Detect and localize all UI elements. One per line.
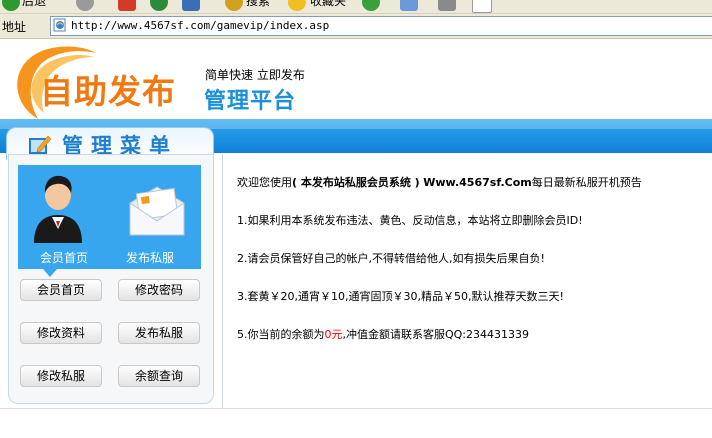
menu-hero: 会员首页 发布私服 <box>18 165 201 269</box>
notice-1: 1.如果利用本系统发布违法、黄色、反动信息，本站将立即删除会员ID! <box>237 214 583 227</box>
envelope-icon <box>129 186 185 236</box>
address-input[interactable]: http://www.4567sf.com/gamevip/index.asp <box>50 16 712 36</box>
back-icon[interactable] <box>2 0 20 11</box>
notice-3: 3.套黄￥20,通宵￥10,通宵固顶￥30,精品￥50,默认推荐天数三天! <box>237 290 564 303</box>
favorites-icon[interactable] <box>288 0 306 11</box>
browser-toolbar: 后退 搜索 收藏夹 <box>0 0 712 14</box>
edit-server-button[interactable]: 修改私服 <box>20 365 102 387</box>
forward-icon[interactable] <box>76 0 94 11</box>
site-header: 自助发布 简单快速 立即发布 管理平台 <box>0 39 712 120</box>
welcome-suffix: 每日最新私服开机预告 <box>531 176 642 189</box>
logo-sub-title: 管理平台 <box>204 89 297 114</box>
back-label[interactable]: 后退 <box>22 0 46 10</box>
welcome-system-name: ( 本发布站私服会员系统 ) <box>292 176 420 189</box>
edit-icon[interactable] <box>472 0 492 13</box>
address-label: 地址 <box>2 20 27 34</box>
hero-right-label[interactable]: 发布私服 <box>126 249 174 266</box>
home-icon[interactable] <box>182 0 200 11</box>
search-label[interactable]: 搜索 <box>246 0 270 10</box>
refresh-icon[interactable] <box>150 0 168 11</box>
edit-profile-button[interactable]: 修改资料 <box>20 322 102 344</box>
stop-icon[interactable] <box>118 0 136 11</box>
welcome-site-name: Www.4567sf.Com <box>423 176 532 189</box>
publish-server-button[interactable]: 发布私服 <box>118 322 200 344</box>
page-icon <box>53 18 66 32</box>
print-icon[interactable] <box>438 0 456 11</box>
balance-suffix: ,冲值金额请联系客服QQ:234431339 <box>342 328 530 341</box>
notice-5: 5.你当前的余额为0元,冲值金额请联系客服QQ:234431339 <box>237 326 529 342</box>
welcome-prefix: 欢迎您使用 <box>237 176 292 189</box>
hero-member-home[interactable]: 会员首页 <box>18 165 110 269</box>
favorites-label[interactable]: 收藏夹 <box>310 0 346 10</box>
hero-left-label[interactable]: 会员首页 <box>40 249 88 266</box>
media-icon[interactable] <box>362 0 380 11</box>
member-home-button[interactable]: 会员首页 <box>20 279 102 301</box>
mail-icon[interactable] <box>400 0 418 11</box>
hero-publish[interactable]: 发布私服 <box>110 165 201 269</box>
notice-2: 2.请会员保管好自己的帐户,不得转借给他人,如有损失后果自负! <box>237 252 545 265</box>
balance-value: 0元 <box>324 328 343 341</box>
hero-pointer <box>43 269 57 277</box>
member-avatar-icon <box>34 175 82 243</box>
welcome-line: 欢迎您使用( 本发布站私服会员系统 ) Www.4567sf.Com每日最新私服… <box>237 174 642 190</box>
address-url[interactable]: http://www.4567sf.com/gamevip/index.asp <box>71 19 329 32</box>
balance-query-button[interactable]: 余额查询 <box>118 365 200 387</box>
content-panel <box>222 154 712 408</box>
edit-document-icon <box>29 135 52 154</box>
bottom-divider <box>0 408 712 409</box>
balance-prefix: 5.你当前的余额为 <box>237 328 325 341</box>
search-icon[interactable] <box>225 0 243 11</box>
change-password-button[interactable]: 修改密码 <box>118 279 200 301</box>
logo-slogan: 简单快速 立即发布 <box>205 68 305 82</box>
address-bar: 地址 http://www.4567sf.com/gamevip/index.a… <box>0 14 712 39</box>
logo-main-text: 自助发布 <box>40 72 176 111</box>
